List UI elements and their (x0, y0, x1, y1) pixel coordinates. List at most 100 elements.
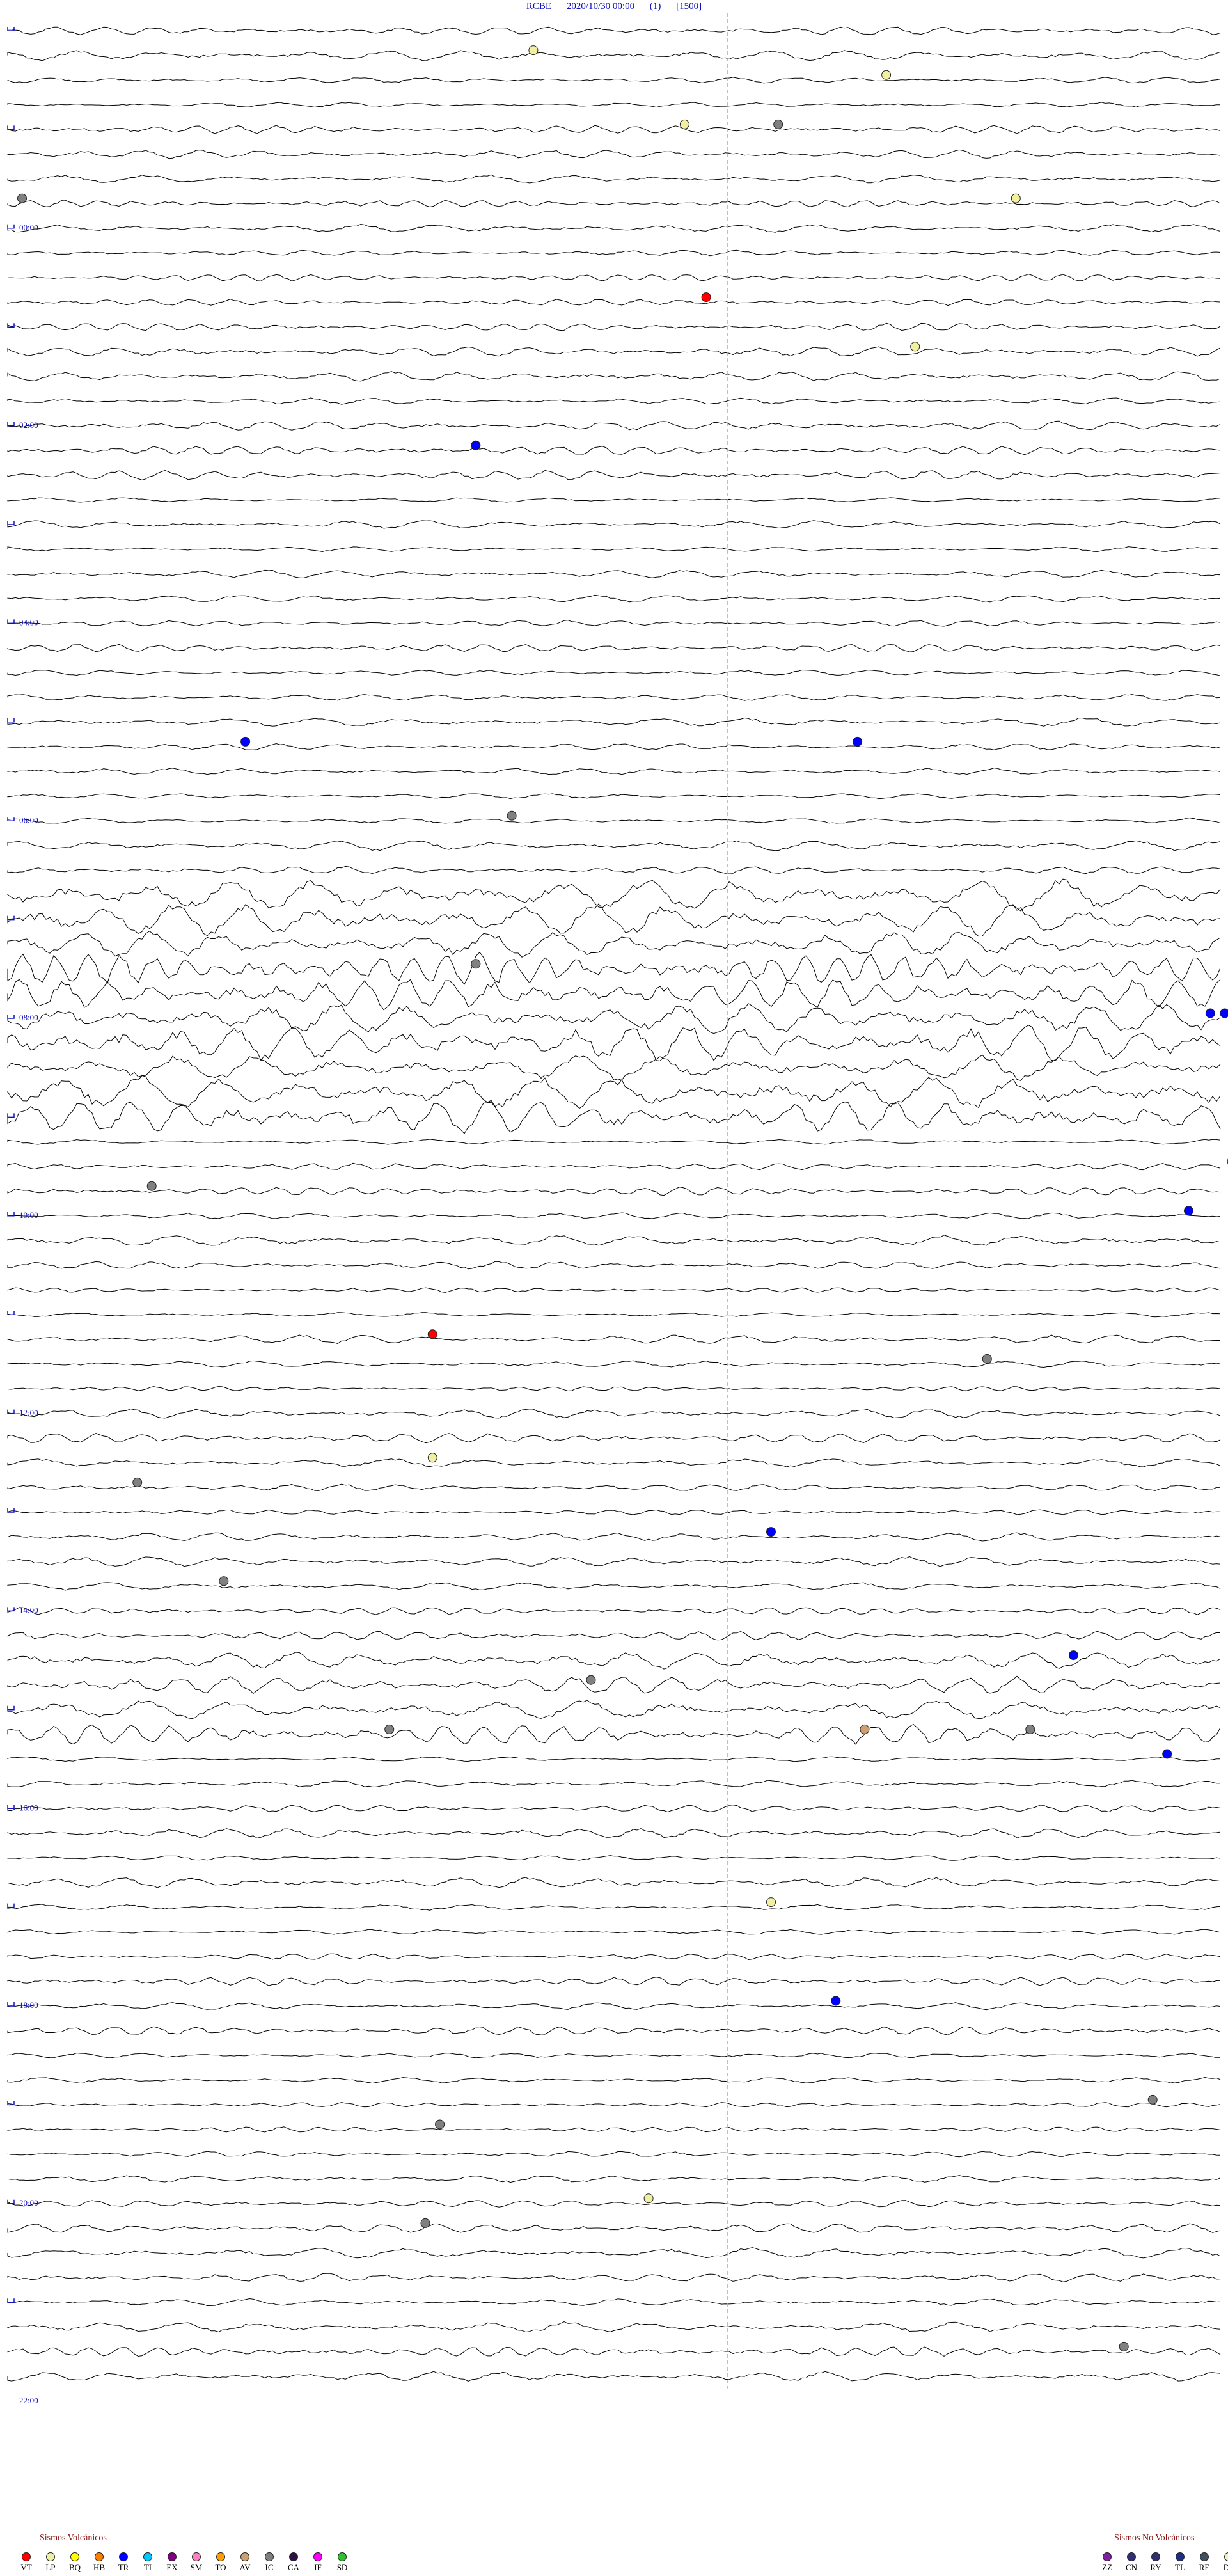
legend-label: AV (239, 2563, 251, 2572)
seismic-trace (7, 2371, 1221, 2382)
hour-label: 18:00 (19, 2000, 38, 2010)
event-marker (427, 1453, 437, 1463)
legend-label: RE (1199, 2563, 1210, 2572)
event-marker (384, 1724, 395, 1734)
legend-label: HB (93, 2563, 106, 2572)
plot-header: RCBE 2020/10/30 00:00 (1) [1500] (0, 1, 1228, 12)
seismic-trace (7, 102, 1220, 108)
event-marker (1068, 1650, 1078, 1661)
seismic-trace (7, 2346, 1221, 2357)
seismic-trace (7, 2026, 1221, 2035)
row-marker (7, 521, 15, 525)
seismic-trace (7, 223, 1221, 233)
seismic-trace (7, 743, 1221, 750)
seismic-trace (7, 1287, 1221, 1293)
event-marker (982, 1354, 992, 1364)
legend-item: TR (111, 2552, 136, 2573)
legend-dot-icon (1103, 2552, 1112, 2561)
legend-item: ZZ (1095, 2552, 1119, 2573)
event-marker (507, 810, 517, 821)
seismic-trace (7, 50, 1221, 61)
legend-item: TI (136, 2552, 160, 2573)
event-marker (17, 193, 27, 203)
event-marker (766, 1527, 776, 1537)
row-marker (7, 27, 15, 31)
event-marker (240, 736, 251, 747)
legend-item: CA (281, 2552, 306, 2573)
legend-label: SD (336, 2563, 348, 2572)
legend-item: AV (233, 2552, 257, 2573)
event-marker (773, 119, 783, 129)
event-marker (1162, 1749, 1172, 1759)
legend-dot-icon (143, 2552, 152, 2561)
legend-label: LP (45, 2563, 56, 2572)
seismic-trace (7, 497, 1221, 503)
event-marker (528, 45, 539, 56)
legend-dot-icon (1176, 2552, 1185, 2561)
seismic-trace (7, 2126, 1221, 2133)
legend-label: TL (1175, 2563, 1185, 2572)
seismic-trace (7, 77, 1221, 84)
seismic-trace (7, 2052, 1221, 2058)
seismic-trace (7, 2298, 1221, 2307)
seismic-trace (7, 1312, 1221, 1318)
event-marker (146, 1181, 157, 1191)
event-marker (766, 1897, 776, 1908)
seismic-trace (7, 2321, 1221, 2333)
legend-label: IF (314, 2563, 322, 2572)
legend-dot-icon (1200, 2552, 1209, 2561)
legend-label: TR (118, 2563, 129, 2572)
seismic-trace (7, 1261, 1221, 1270)
seismic-trace (7, 818, 1221, 824)
seismic-trace (7, 546, 1221, 553)
seismic-trace (7, 1187, 1221, 1196)
legend-nonvolcanic: Sismos No Volcánicos ZZ CN RY TL RE DS (1095, 2533, 1228, 2573)
hour-label: 22:00 (19, 2396, 38, 2405)
event-marker (471, 959, 481, 969)
legend-item: SD (330, 2552, 354, 2573)
legend-dot-icon (70, 2552, 79, 2561)
legend-item: RE (1192, 2552, 1216, 2573)
seismic-trace (7, 1408, 1221, 1419)
legend-dot-icon (22, 2552, 31, 2561)
legend-volcanic-items: VT LP BQ HB TR TI EX SM TO AV IC CA IF SD (14, 2552, 354, 2573)
legend-label: EX (166, 2563, 178, 2572)
seismic-trace (7, 1877, 1221, 1888)
legend-label: TO (215, 2563, 226, 2572)
seismic-trace (7, 274, 1221, 281)
legend-item: VT (14, 2552, 38, 2573)
event-marker (427, 1329, 437, 1339)
legend-item: TO (209, 2552, 233, 2573)
seismic-trace (7, 1828, 1221, 1838)
seismic-trace (7, 1904, 1221, 1911)
hour-label: 04:00 (19, 618, 38, 628)
seismic-trace (7, 2223, 1221, 2233)
legend-dot-icon (313, 2552, 322, 2561)
event-marker (679, 119, 689, 129)
seismic-trace (7, 1855, 1221, 1861)
row-marker (7, 125, 15, 130)
seismic-trace (7, 1929, 1221, 1935)
legend-label: CN (1125, 2563, 1138, 2572)
event-marker (910, 342, 920, 352)
seismic-trace (7, 1386, 1221, 1392)
seismic-trace (7, 1805, 1221, 1813)
seismic-trace (7, 1025, 1221, 1062)
helicorder-plot: 00:00 02:00 04:00 06:00 08:00 10:00 12:00 14:00… (7, 13, 1228, 2405)
seismic-trace (7, 2200, 1221, 2208)
seismic-trace (7, 1631, 1221, 1641)
event-marker (435, 2119, 445, 2130)
seismic-trace (7, 930, 1221, 958)
legend-item: HB (87, 2552, 111, 2573)
seismic-trace (7, 1700, 1221, 1719)
event-marker (701, 292, 711, 303)
seismic-trace (7, 1483, 1221, 1491)
seismic-trace (7, 1652, 1221, 1670)
legend-volcanic-title: Sismos Volcánicos (40, 2533, 107, 2543)
legend-dot-icon (168, 2552, 177, 2561)
legend-dot-icon (216, 2552, 225, 2561)
hour-label: 20:00 (19, 2198, 38, 2208)
row-marker (7, 619, 15, 624)
seismic-trace (7, 669, 1221, 676)
event-marker (1220, 1008, 1228, 1018)
